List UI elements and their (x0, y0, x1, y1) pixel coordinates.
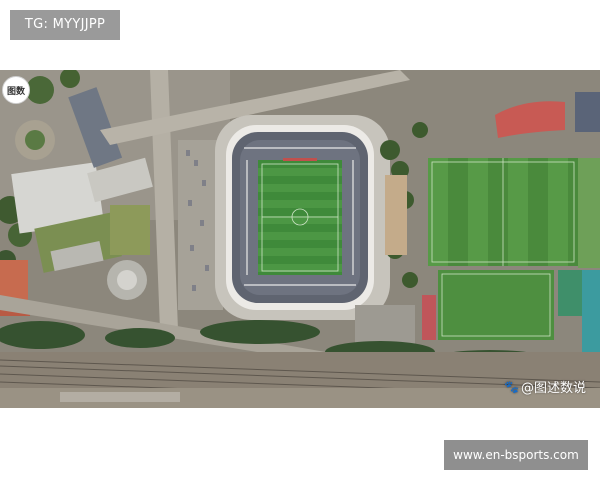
tg-contact-label: TG: MYYJJPP (10, 10, 120, 40)
corner-logo: 图数 (2, 76, 30, 104)
website-label: www.en-bsports.com (444, 440, 588, 470)
photo-watermark: 🐾 @图述数说 (504, 377, 586, 397)
aerial-photo-illustration (0, 70, 600, 408)
paw-icon: 🐾 (504, 379, 519, 394)
page: TG: MYYJJPP 图数 🐾 @图述数说 www.en-bsports.co… (0, 0, 600, 480)
watermark-text: @图述数说 (520, 381, 586, 396)
aerial-stadium-photo: 图数 🐾 @图述数说 (0, 70, 600, 408)
